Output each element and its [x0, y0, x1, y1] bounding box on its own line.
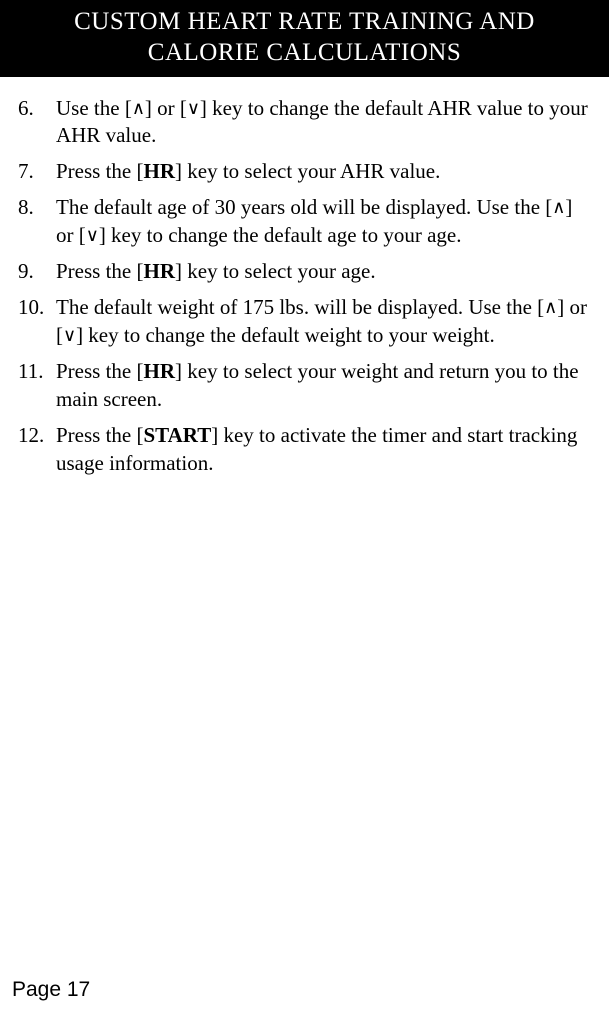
- step-number: 10.: [18, 294, 48, 322]
- instruction-item: 6.Use the [∧] or [∨] key to change the d…: [56, 95, 591, 151]
- instruction-text: Press the [: [56, 259, 144, 283]
- arrow-icon: ∧: [132, 97, 145, 121]
- instruction-item: 9.Press the [HR] key to select your age.: [56, 258, 591, 286]
- instruction-item: 11.Press the [HR] key to select your wei…: [56, 358, 591, 414]
- instruction-text: Press the [: [56, 423, 144, 447]
- instruction-text: ] key to select your age.: [175, 259, 376, 283]
- instruction-item: 10.The default weight of 175 lbs. will b…: [56, 294, 591, 350]
- key-label: HR: [144, 159, 176, 183]
- instruction-text: The default age of 30 years old will be …: [56, 195, 552, 219]
- instruction-text: Press the [: [56, 359, 144, 383]
- instruction-text: ] key to change the default age to your …: [99, 223, 462, 247]
- step-number: 9.: [18, 258, 48, 286]
- section-header: CUSTOM HEART RATE TRAINING AND CALORIE C…: [0, 0, 609, 77]
- title-line-2: CALORIE CALCULATIONS: [148, 39, 461, 66]
- step-number: 11.: [18, 358, 48, 386]
- arrow-icon: ∧: [552, 196, 565, 220]
- step-number: 8.: [18, 194, 48, 222]
- instruction-text: Press the [: [56, 159, 144, 183]
- arrow-icon: ∨: [86, 224, 99, 248]
- instruction-text: ] key to select your AHR value.: [175, 159, 440, 183]
- instruction-text: The default weight of 175 lbs. will be d…: [56, 295, 544, 319]
- instruction-item: 8.The default age of 30 years old will b…: [56, 194, 591, 250]
- instruction-item: 12.Press the [START] key to activate the…: [56, 422, 591, 478]
- page-footer: Page 17: [12, 978, 90, 1002]
- key-label: START: [144, 423, 212, 447]
- section-title: CUSTOM HEART RATE TRAINING AND CALORIE C…: [10, 6, 599, 69]
- page-number: Page 17: [12, 978, 90, 1001]
- arrow-icon: ∨: [187, 97, 200, 121]
- instruction-text: ] or [: [145, 96, 187, 120]
- step-number: 6.: [18, 95, 48, 123]
- instruction-text: Use the [: [56, 96, 132, 120]
- instruction-text: ] key to change the default weight to yo…: [76, 323, 495, 347]
- title-line-1: CUSTOM HEART RATE TRAINING AND: [74, 8, 535, 35]
- step-number: 7.: [18, 158, 48, 186]
- key-label: HR: [144, 359, 176, 383]
- arrow-icon: ∨: [63, 324, 76, 348]
- arrow-icon: ∧: [544, 296, 557, 320]
- instruction-item: 7.Press the [HR] key to select your AHR …: [56, 158, 591, 186]
- instruction-list: 6.Use the [∧] or [∨] key to change the d…: [0, 95, 609, 478]
- key-label: HR: [144, 259, 176, 283]
- step-number: 12.: [18, 422, 48, 450]
